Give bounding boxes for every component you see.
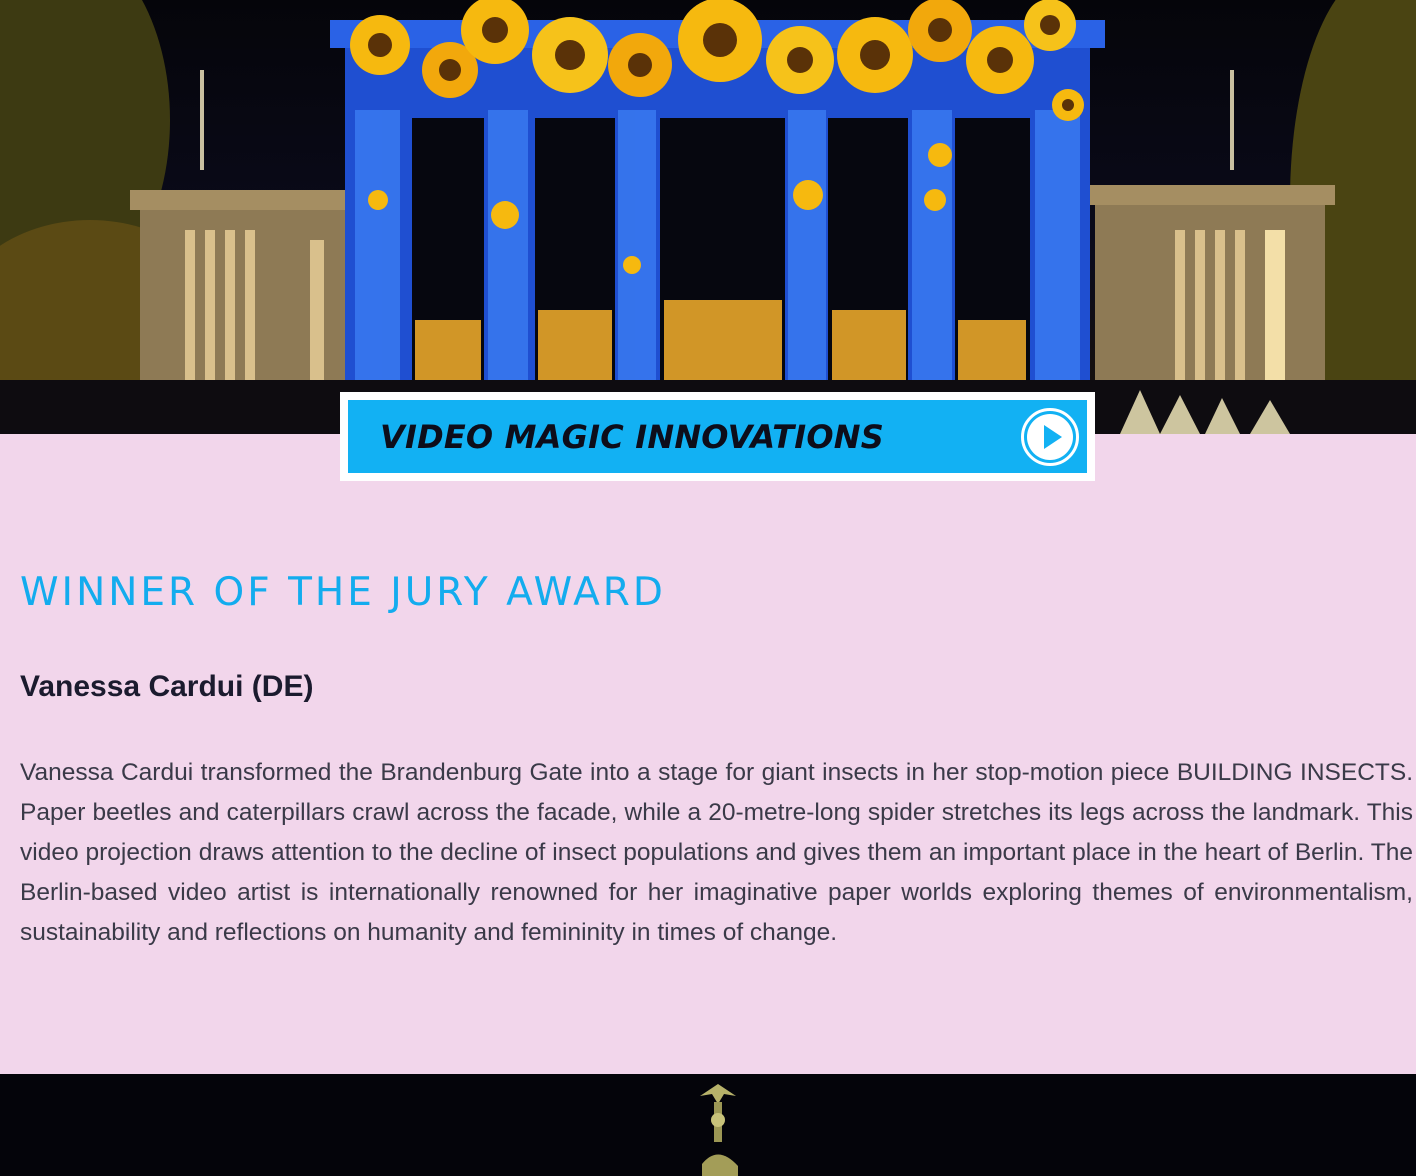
brandenburg-gate-illustration	[0, 0, 1416, 434]
hero-image	[0, 0, 1416, 434]
play-triangle-icon	[1043, 424, 1062, 449]
award-description: Vanessa Cardui transformed the Brandenbu…	[20, 759, 1413, 946]
video-banner-bar[interactable]: VIDEO MAGIC INNOVATIONS	[348, 400, 1087, 473]
play-icon[interactable]	[1027, 413, 1073, 460]
video-title[interactable]: VIDEO MAGIC INNOVATIONS	[380, 418, 884, 456]
award-heading: WINNER OF THE JURY AWARD	[20, 570, 666, 615]
quadriga-statue-illustration	[700, 1084, 738, 1176]
video-banner[interactable]: VIDEO MAGIC INNOVATIONS	[340, 392, 1095, 481]
bottom-photo	[0, 1074, 1416, 1176]
artist-name: Vanessa Cardui (DE)	[20, 670, 314, 703]
play-button[interactable]	[1021, 407, 1079, 466]
